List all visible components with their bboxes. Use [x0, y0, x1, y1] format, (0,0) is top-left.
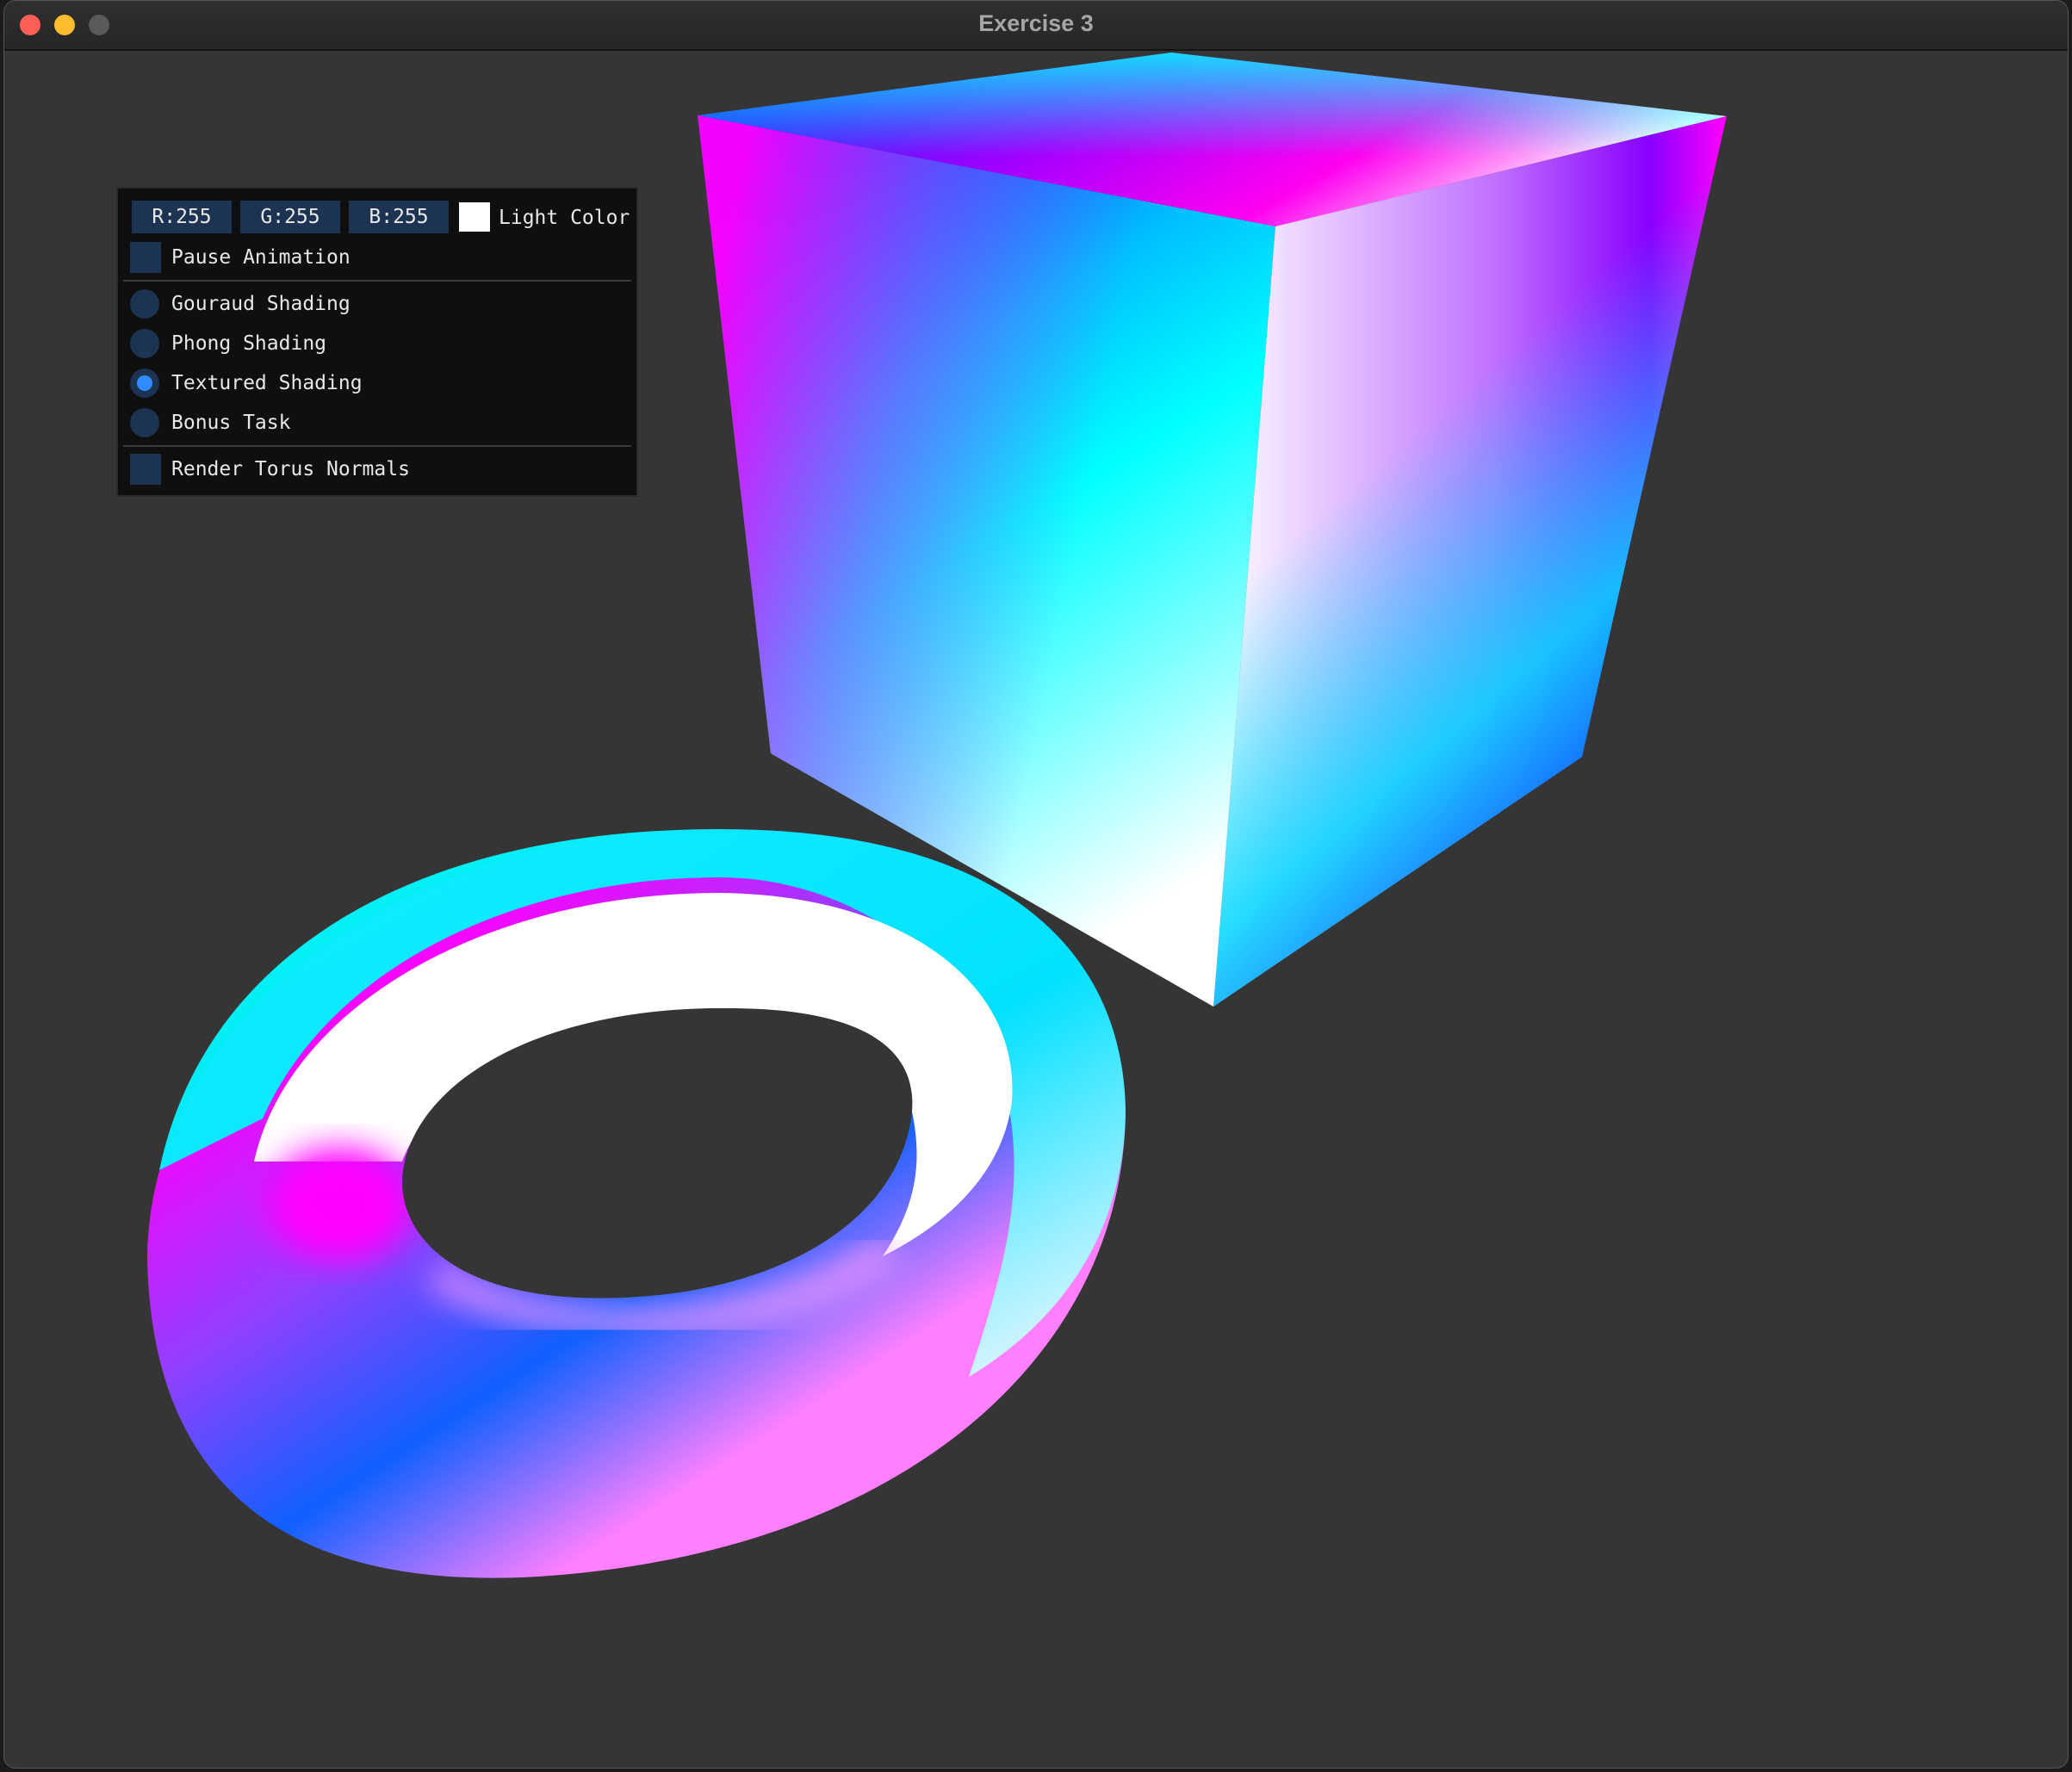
gouraud-shading-label[interactable]: Gouraud Shading [171, 290, 351, 318]
app-window: Exercise 3 R:255 G:255 B:255 Light Color… [3, 0, 2069, 1769]
torus-mesh [147, 829, 1126, 1578]
light-blue-field[interactable]: B:255 [349, 201, 449, 233]
pause-animation-label[interactable]: Pause Animation [171, 244, 351, 271]
textured-shading-radio[interactable] [130, 369, 159, 398]
phong-shading-radio[interactable] [130, 329, 159, 358]
phong-shading-label[interactable]: Phong Shading [171, 330, 326, 357]
render-torus-normals-label[interactable]: Render Torus Normals [171, 455, 410, 483]
cube-right-face-shade [1213, 116, 1727, 1007]
gouraud-shading-radio[interactable] [130, 289, 159, 319]
bonus-task-label[interactable]: Bonus Task [171, 409, 290, 437]
light-color-swatch[interactable] [459, 202, 490, 232]
render-viewport[interactable]: R:255 G:255 B:255 Light Color Pause Anim… [4, 51, 2068, 1768]
bonus-task-radio[interactable] [130, 408, 159, 437]
controls-panel: R:255 G:255 B:255 Light Color Pause Anim… [116, 187, 638, 497]
light-green-field[interactable]: G:255 [240, 201, 340, 233]
separator [123, 280, 631, 282]
separator [123, 445, 631, 447]
title-bar[interactable]: Exercise 3 [4, 1, 2068, 51]
window-title: Exercise 3 [978, 10, 1094, 36]
light-red-field[interactable]: R:255 [132, 201, 232, 233]
pause-animation-checkbox[interactable] [130, 242, 161, 273]
torus-magenta-spot [254, 1137, 426, 1272]
light-color-label: Light Color [499, 207, 630, 229]
render-torus-normals-checkbox[interactable] [130, 454, 161, 485]
textured-shading-label[interactable]: Textured Shading [171, 369, 363, 397]
